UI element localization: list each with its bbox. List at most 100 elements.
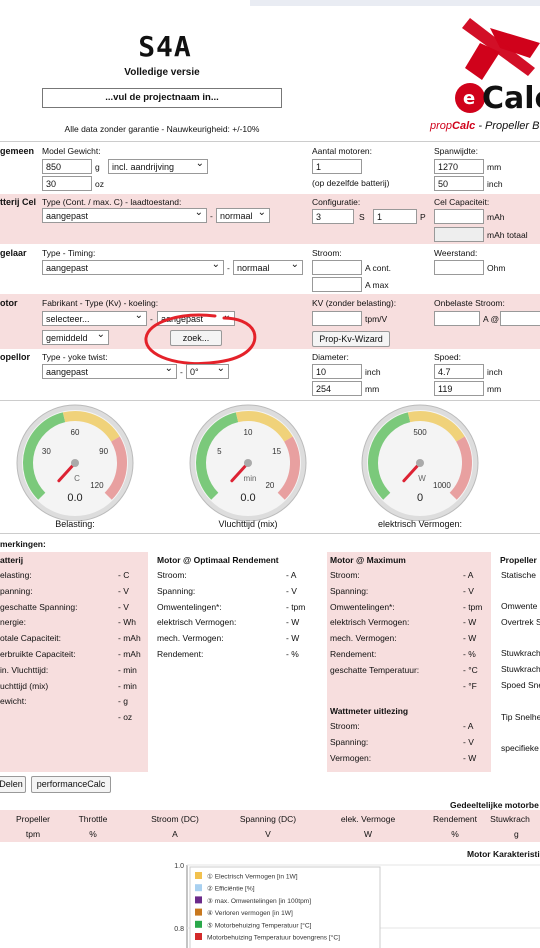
esc-cont-input[interactable] [312, 260, 362, 275]
motors-input[interactable]: 1 [312, 159, 362, 174]
pitch-mm-input[interactable]: 119 [434, 381, 484, 396]
motor-max-value: - °F [463, 680, 477, 691]
motor-cooling-select[interactable]: gemiddeld [42, 330, 109, 345]
s-unit: S [359, 212, 365, 222]
chart-legend-swatch [195, 896, 202, 904]
battery-result-value: - oz [118, 712, 133, 723]
chart-legend-swatch [195, 920, 202, 928]
section-esc: gelaar [0, 248, 27, 258]
capacity-input[interactable] [434, 209, 484, 224]
pitch-inch-input[interactable]: 4.7 [434, 364, 484, 379]
gauge-unit: W [418, 474, 426, 483]
prop-result-label: Stuwkrach [501, 664, 540, 674]
pitch-inch-unit: inch [487, 367, 503, 377]
red-circle-annotation [144, 313, 257, 366]
oz-unit: oz [95, 179, 104, 189]
prop-type-select[interactable]: aangepast [42, 364, 177, 379]
span-label: Spanwijdte: [434, 146, 478, 156]
resistance-input[interactable] [434, 260, 484, 275]
diameter-mm-unit: mm [365, 384, 380, 394]
gauge-tick-label: 30 [42, 447, 51, 456]
wattmeter-value: - V [463, 736, 474, 747]
esc-timing-select[interactable]: normaal [233, 260, 303, 275]
battery-result-value: - g [118, 696, 128, 707]
weight-oz-input[interactable]: 30 [42, 176, 92, 191]
motor-max-label: mech. Vermogen: [330, 633, 397, 644]
gauge-hub [416, 459, 424, 467]
project-name-placeholder: ...vul de projectnaam in... [105, 92, 219, 103]
motor-opt-value: - A [286, 570, 297, 580]
prop-kv-wizard-button[interactable]: Prop-Kv-Wizard [312, 331, 390, 347]
gauge-caption: Belasting: [55, 519, 95, 529]
pitch-label: Spoed: [434, 352, 461, 362]
battery-result-label: nergie: [0, 617, 26, 628]
motors-note: (op dezelfde batterij) [312, 178, 390, 188]
motor-opt-title: Motor @ Optimaal Rendement [157, 555, 279, 565]
battery-result-value: - min [118, 664, 137, 675]
noload-voltage-input[interactable] [500, 311, 540, 326]
wattmeter-value: - W [463, 752, 477, 763]
svg-text:Calc: Calc [482, 81, 540, 116]
kv-input[interactable] [312, 311, 362, 326]
motor-max-label: Omwentelingen*: [330, 601, 395, 612]
gauge-caption: elektrisch Vermogen: [377, 519, 463, 529]
resistance-label: Weerstand: [434, 248, 478, 258]
motor-maker-label: Fabrikant - Type (Kv) - koeling: [42, 298, 159, 308]
span-inch-input[interactable]: 50 [434, 176, 484, 191]
span-mm-input[interactable]: 1270 [434, 159, 484, 174]
gauge-tick-label: 20 [265, 481, 274, 490]
motor-opt-label: mech. Vermogen: [157, 633, 224, 644]
performancecalc-button[interactable]: performanceCalc [31, 776, 111, 793]
motor-opt-label: Rendement: [157, 649, 204, 659]
motor-max-value: - V [463, 585, 474, 596]
battery-result-label: ewicht: [0, 696, 27, 707]
chart-legend-label: ④ Verloren vermogen [in 1W] [207, 909, 293, 917]
brand-prop: prop [430, 120, 453, 132]
share-button[interactable]: Delen [0, 776, 26, 793]
chart-legend-swatch [195, 872, 202, 879]
esc-max-input[interactable] [312, 277, 362, 292]
brand-calc: Calc [452, 120, 476, 132]
noload-current-input[interactable] [434, 311, 480, 326]
prop-type-label: Type - yoke twist: [42, 352, 108, 362]
battery-type-select[interactable]: aangepast [42, 208, 207, 223]
motor-max-label: geschatte Temperatuur: [330, 664, 420, 675]
s-input[interactable]: 3 [312, 209, 354, 224]
weight-mode-select[interactable]: incl. aandrijving [108, 159, 208, 174]
battery-result-label: uchttijd (mix) [0, 680, 49, 691]
chart-legend-label: ⑤ Motorbehuizing Temperatuur [°C] [207, 921, 312, 929]
divider [0, 141, 540, 142]
battery-state-value: normaal [220, 211, 253, 221]
diameter-mm-input[interactable]: 254 [312, 381, 362, 396]
kv-label: KV (zonder belasting): [312, 298, 397, 308]
battery-type-label: Type (Cont. / max. C) - laadtoestand: [42, 197, 182, 207]
gauge-value: 0.0 [240, 492, 255, 504]
motor-maker-select[interactable]: selecteer... [42, 311, 147, 326]
dash-sep: - [210, 211, 213, 221]
gauge-tick-label: 90 [99, 447, 108, 456]
diameter-inch-input[interactable]: 10 [312, 364, 362, 379]
partial-table-header-cell: Stuwkrach [490, 814, 530, 824]
chart-legend-label: Motorbehuizing Temperatuur bovengrens [°… [207, 934, 340, 942]
a-at-label: A @ [483, 314, 500, 324]
p-input[interactable]: 1 [373, 209, 417, 224]
motor-cooling-value: gemiddeld [46, 333, 88, 343]
capacity-label: Cel Capaciteit: [434, 197, 490, 207]
battery-result-label: erbruikte Capaciteit: [0, 649, 76, 659]
span-inch-unit: inch [487, 179, 503, 189]
battery-result-label: panning: [0, 585, 33, 596]
gauge: 5 10 15 20 min 0.0 [189, 404, 307, 521]
partial-table-title: Gedeeltelijke motorbe [450, 800, 539, 810]
gauge-tick-label: 120 [90, 481, 104, 490]
prop-result-title: Propeller [500, 555, 537, 565]
weight-input[interactable]: 850 [42, 159, 92, 174]
battery-state-select[interactable]: normaal [216, 208, 270, 223]
brand-line: propCalc - Propeller B [430, 120, 539, 132]
gauge-tick-label: 1000 [433, 481, 451, 490]
prop-twist-select[interactable]: 0° [186, 364, 229, 379]
model-weight-label: Model Gewicht: [42, 146, 101, 156]
project-name-input[interactable]: ...vul de projectnaam in... [42, 88, 282, 108]
p-unit: P [420, 212, 426, 222]
esc-type-select[interactable]: aangepast [42, 260, 224, 275]
esc-type-label: Type - Timing: [42, 248, 96, 258]
